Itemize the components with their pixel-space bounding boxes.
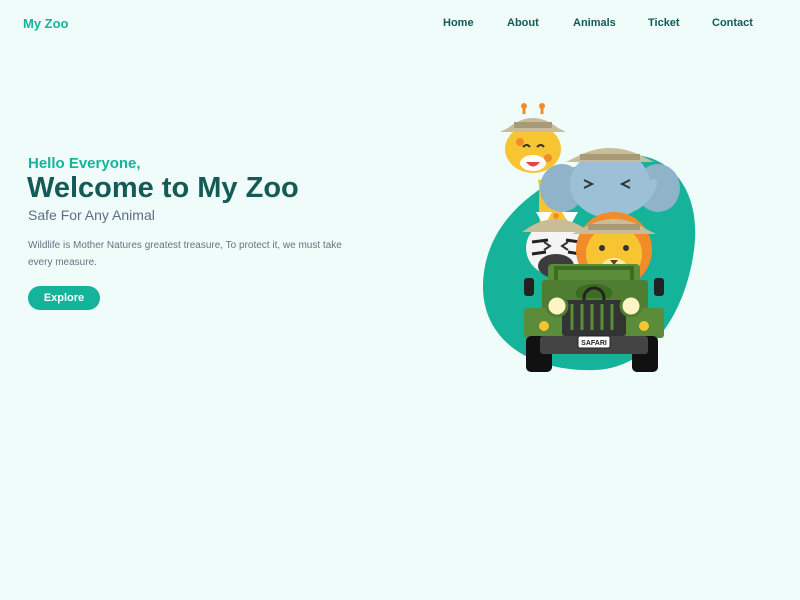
nav-ticket[interactable]: Ticket (648, 17, 680, 29)
hero-title: Welcome to My Zoo (27, 172, 299, 204)
main-nav: Home About Animals Ticket Contact (0, 17, 800, 31)
safari-illustration: SAFARI (470, 100, 710, 380)
explore-button[interactable]: Explore (28, 286, 100, 310)
nav-contact[interactable]: Contact (712, 17, 753, 29)
nav-about[interactable]: About (507, 17, 539, 29)
elephant-icon (540, 148, 680, 218)
hero-greeting: Hello Everyone, (28, 155, 141, 172)
hero-subtitle: Safe For Any Animal (28, 207, 155, 223)
nav-animals[interactable]: Animals (573, 17, 616, 29)
hero-description: Wildlife is Mother Natures greatest trea… (28, 240, 342, 268)
plate-text: SAFARI (581, 340, 607, 347)
nav-home[interactable]: Home (443, 17, 474, 29)
